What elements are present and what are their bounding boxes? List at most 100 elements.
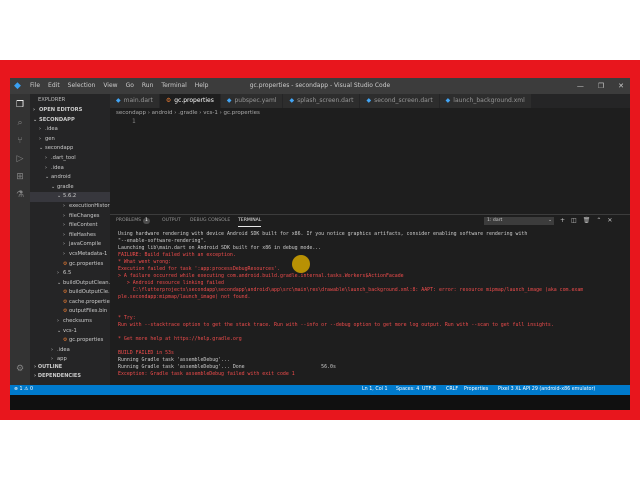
editor-tab[interactable]: ⚙ gc.properties: [159, 94, 221, 108]
close-icon[interactable]: ✕: [618, 78, 624, 94]
tree-folder[interactable]: › checksums: [30, 317, 110, 327]
tab-label: pubspec.yaml: [234, 97, 277, 104]
tree-item-label: android: [51, 174, 71, 181]
editor-tab[interactable]: ◆ launch_background.xml: [439, 94, 532, 108]
dart-file-icon: ◆: [445, 97, 451, 104]
eol[interactable]: CRLF: [446, 385, 458, 395]
explorer-sidebar: EXPLORER › OPEN EDITORS ⌄ SECONDAPP › .idea…: [30, 94, 110, 385]
split-terminal-icon[interactable]: ◫: [571, 215, 577, 227]
trash-icon[interactable]: 🗑: [583, 215, 591, 227]
editor-tab[interactable]: ◆ second_screen.dart: [360, 94, 440, 108]
tree-folder[interactable]: ⌄ android: [30, 173, 110, 183]
tree-folder[interactable]: › vcsMetadata-1: [30, 250, 110, 260]
tree-folder[interactable]: › 6.5: [30, 269, 110, 279]
tree-folder[interactable]: › .dart_tool: [30, 154, 110, 164]
remote-icon[interactable]: ⊗ 1 ⚠ 0: [14, 385, 33, 395]
tab-debug-console[interactable]: DEBUG CONSOLE: [190, 215, 230, 227]
terminal-line: ple.secondapp:mipmap/launch_image) not f…: [118, 294, 251, 300]
cursor-position[interactable]: Ln 1, Col 1: [362, 385, 388, 395]
file-tree: › .idea › gen ⌄ secondapp › .dart_tool › .idea ⌄ an…: [30, 125, 110, 365]
tree-folder[interactable]: ⌄ gradle: [30, 183, 110, 193]
tree-folder[interactable]: › fileHashes: [30, 231, 110, 241]
breadcrumb[interactable]: secondapp › android › .gradle › vcs-1 › …: [110, 108, 630, 118]
terminal-line: Execution failed for task ':app:processD…: [118, 266, 280, 272]
tree-folder[interactable]: › fileChanges: [30, 212, 110, 222]
tree-folder[interactable]: ⌄ vcs-1: [30, 327, 110, 337]
tree-item-label: outputFiles.bin: [69, 308, 108, 315]
run-debug-icon[interactable]: ▷: [15, 154, 25, 164]
terminal-output[interactable]: Using hardware rendering with device And…: [118, 231, 626, 383]
maximize-icon[interactable]: ❐: [598, 78, 604, 94]
panel-controls: + ◫ 🗑 ⌃ ✕: [560, 215, 612, 227]
source-control-icon[interactable]: ⑂: [15, 136, 25, 146]
outline-section[interactable]: › OUTLINE: [30, 363, 110, 372]
tree-folder[interactable]: › .idea: [30, 346, 110, 356]
tree-folder[interactable]: › executionHistory: [30, 202, 110, 212]
indentation[interactable]: Spaces: 4: [396, 385, 419, 395]
extensions-icon[interactable]: ⊞: [15, 172, 25, 182]
tree-folder[interactable]: › javaCompile: [30, 240, 110, 250]
gear-icon: ⚙: [165, 97, 172, 104]
terminal-line: "--enable-software-rendering".: [118, 238, 207, 244]
tree-item-label: 6.5: [63, 270, 72, 277]
tree-item-label: secondapp: [45, 145, 74, 152]
flask-icon[interactable]: ⚗: [15, 190, 25, 200]
tree-folder[interactable]: ⌄ 5.6.2: [30, 192, 110, 202]
tree-file[interactable]: ⚙ gc.properties: [30, 260, 110, 270]
tab-label: second_screen.dart: [374, 97, 433, 104]
tab-problems[interactable]: PROBLEMS 1: [116, 215, 150, 227]
workspace-root[interactable]: ⌄ SECONDAPP: [30, 116, 110, 126]
open-editors-section[interactable]: › OPEN EDITORS: [30, 106, 110, 116]
tree-item-label: gradle: [57, 183, 74, 190]
bottom-strip: [10, 395, 630, 410]
dart-file-icon: ◆: [226, 97, 232, 104]
tree-file[interactable]: ⚙ buildOutputCle...: [30, 288, 110, 298]
terminal-select[interactable]: 1: dart ⌄: [484, 217, 554, 225]
tree-folder[interactable]: ⌄ secondapp: [30, 144, 110, 154]
tree-folder[interactable]: › gen: [30, 135, 110, 145]
tree-folder[interactable]: ⌄ buildOutputClean...: [30, 279, 110, 289]
tree-folder[interactable]: › .idea: [30, 125, 110, 135]
problems-badge: 1: [143, 218, 150, 224]
search-icon[interactable]: ⌕: [15, 118, 25, 128]
tree-file[interactable]: ⚙ cache.properties: [30, 298, 110, 308]
mouse-cursor-highlight: [292, 255, 310, 273]
tab-label: gc.properties: [174, 97, 214, 104]
editor-tab[interactable]: ◆ main.dart: [110, 94, 160, 108]
encoding[interactable]: UTF-8: [422, 385, 436, 395]
language-mode[interactable]: Properties: [464, 385, 488, 395]
editor-area[interactable]: 1: [110, 118, 630, 214]
tab-output[interactable]: OUTPUT: [162, 215, 181, 227]
tree-item-label: buildOutputCle...: [69, 289, 110, 296]
maximize-panel-icon[interactable]: ⌃: [596, 215, 601, 227]
terminal-line: Running Gradle task 'assembleDebug'...: [118, 357, 230, 363]
tree-item-label: .idea: [45, 126, 58, 133]
tree-file[interactable]: ⚙ gc.properties: [30, 336, 110, 346]
terminal-line: Running Gradle task 'assembleDebug'... D…: [118, 364, 336, 370]
tree-item-label: .idea: [57, 346, 70, 353]
editor-tab[interactable]: ◆ splash_screen.dart: [283, 94, 361, 108]
dependencies-section[interactable]: › DEPENDENCIES: [30, 372, 110, 381]
tab-label: launch_background.xml: [453, 97, 525, 104]
tree-item-label: fileContent: [69, 222, 98, 229]
tree-item-label: gen: [45, 135, 55, 142]
gear-icon[interactable]: ⚙: [15, 364, 25, 374]
editor-tab[interactable]: ◆ pubspec.yaml: [220, 94, 284, 108]
dart-file-icon: ◆: [116, 97, 121, 104]
close-panel-icon[interactable]: ✕: [607, 215, 612, 227]
minimize-icon[interactable]: —: [577, 78, 584, 94]
tree-folder[interactable]: › .idea: [30, 164, 110, 174]
tree-file[interactable]: ⚙ outputFiles.bin: [30, 307, 110, 317]
tree-item-label: .dart_tool: [51, 154, 76, 161]
device-selector[interactable]: Pixel 3 XL API 29 (android-x86 emulator): [498, 385, 595, 395]
window-controls: — ❐ ✕: [577, 78, 624, 94]
tree-item-label: executionHistory: [69, 202, 110, 209]
tab-terminal[interactable]: TERMINAL: [238, 215, 262, 227]
tree-item-label: app: [57, 356, 67, 363]
files-icon[interactable]: ❐: [15, 100, 25, 110]
add-terminal-icon[interactable]: +: [560, 215, 565, 227]
tree-folder[interactable]: › fileContent: [30, 221, 110, 231]
terminal-line: > A failure occurred while executing com…: [118, 273, 404, 279]
window-title: gc.properties - secondapp - Visual Studi…: [249, 82, 391, 89]
